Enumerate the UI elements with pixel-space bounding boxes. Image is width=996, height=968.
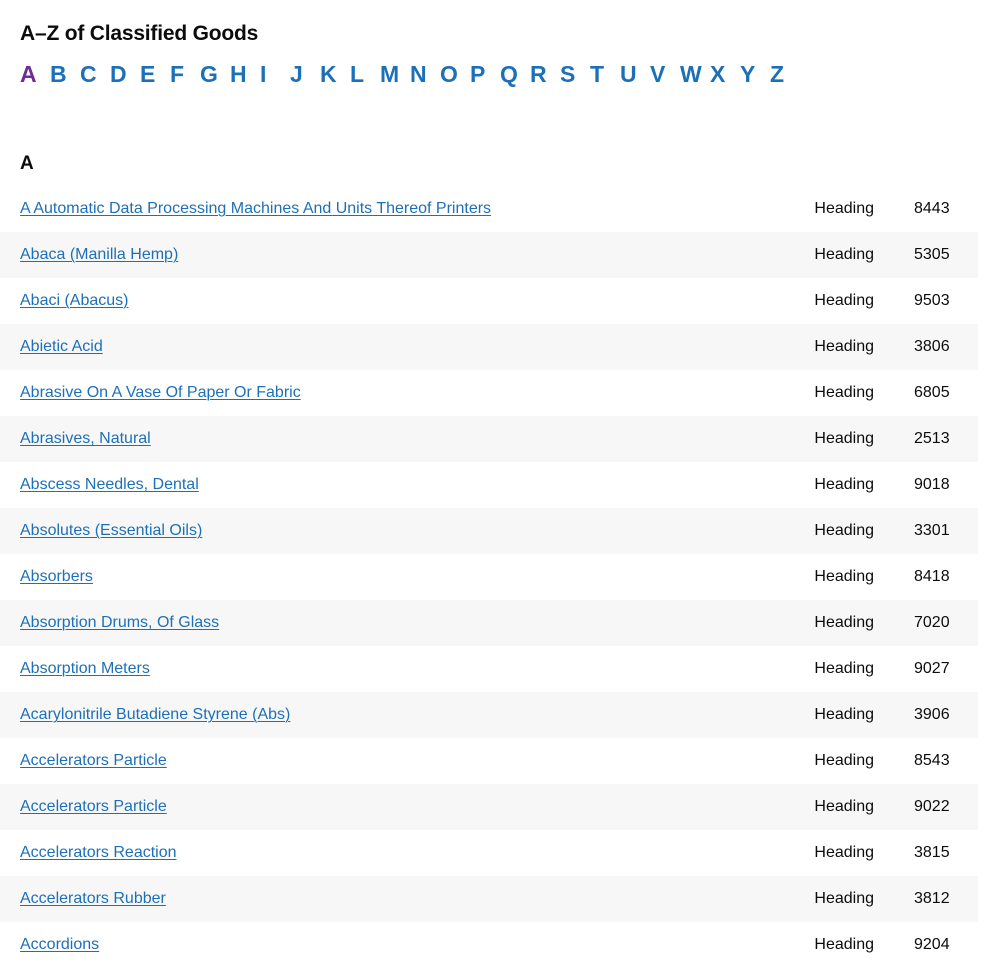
result-commodity-code: 7020 — [914, 614, 950, 631]
alphabet-navigation: ABCDEFGHIJKLMNOPQRSTUVWXYZ — [20, 58, 800, 90]
result-type-label: Heading — [814, 292, 874, 309]
result-commodity-code: 3815 — [914, 844, 950, 861]
alphabet-link-z[interactable]: Z — [770, 59, 800, 89]
result-row: Abietic Acid Heading 3806 — [0, 324, 978, 370]
alphabet-link-c[interactable]: C — [80, 59, 110, 89]
result-type-label: Heading — [814, 614, 874, 631]
result-link[interactable]: Accelerators Rubber — [20, 887, 166, 911]
result-link[interactable]: Absorption Drums, Of Glass — [20, 611, 219, 635]
result-type-label: Heading — [814, 568, 874, 585]
page-title: A–Z of Classified Goods — [20, 22, 259, 46]
alphabet-link-e[interactable]: E — [140, 59, 170, 89]
result-commodity-code: 9503 — [914, 292, 950, 309]
result-link[interactable]: Absolutes (Essential Oils) — [20, 519, 202, 543]
result-type-label: Heading — [814, 246, 874, 263]
result-link[interactable]: Accelerators Reaction — [20, 841, 177, 865]
result-type-label: Heading — [814, 706, 874, 723]
alphabet-link-o[interactable]: O — [440, 59, 470, 89]
alphabet-link-v[interactable]: V — [650, 59, 680, 89]
result-link[interactable]: Absorbers — [20, 565, 93, 589]
result-row: Abrasives, Natural Heading 2513 — [0, 416, 978, 462]
alphabet-link-g[interactable]: G — [200, 59, 230, 89]
alphabet-link-d[interactable]: D — [110, 59, 140, 89]
result-commodity-code: 8443 — [914, 200, 950, 217]
result-commodity-code: 9204 — [914, 936, 950, 953]
result-row: Absorption Meters Heading 9027 — [0, 646, 978, 692]
result-type-label: Heading — [814, 200, 874, 217]
alphabet-link-m[interactable]: M — [380, 59, 410, 89]
result-type-label: Heading — [814, 936, 874, 953]
results-list: A Automatic Data Processing Machines And… — [0, 186, 978, 968]
result-link[interactable]: Accordions — [20, 933, 99, 957]
result-row: Abaca (Manilla Hemp) Heading 5305 — [0, 232, 978, 278]
alphabet-link-t[interactable]: T — [590, 59, 620, 89]
result-type-label: Heading — [814, 522, 874, 539]
alphabet-link-b[interactable]: B — [50, 59, 80, 89]
result-commodity-code: 8543 — [914, 752, 950, 769]
alphabet-link-l[interactable]: L — [350, 59, 380, 89]
alphabet-link-r[interactable]: R — [530, 59, 560, 89]
result-link[interactable]: Accelerators Particle — [20, 795, 167, 819]
result-row: Abaci (Abacus) Heading 9503 — [0, 278, 978, 324]
result-commodity-code: 3906 — [914, 706, 950, 723]
alphabet-link-f[interactable]: F — [170, 59, 200, 89]
result-commodity-code: 9018 — [914, 476, 950, 493]
result-commodity-code: 5305 — [914, 246, 950, 263]
result-row: Absorption Drums, Of Glass Heading 7020 — [0, 600, 978, 646]
result-link[interactable]: Abietic Acid — [20, 335, 103, 359]
result-commodity-code: 2513 — [914, 430, 950, 447]
alphabet-link-u[interactable]: U — [620, 59, 650, 89]
result-link[interactable]: Abrasives, Natural — [20, 427, 151, 451]
section-heading-letter: A — [20, 152, 34, 174]
alphabet-link-a[interactable]: A — [20, 59, 50, 89]
result-row: Accordions Heading 9204 — [0, 922, 978, 968]
result-type-label: Heading — [814, 890, 874, 907]
result-link[interactable]: Abaca (Manilla Hemp) — [20, 243, 178, 267]
result-type-label: Heading — [814, 798, 874, 815]
result-commodity-code: 3812 — [914, 890, 950, 907]
result-link[interactable]: Acarylonitrile Butadiene Styrene (Abs) — [20, 703, 290, 727]
alphabet-link-y[interactable]: Y — [740, 59, 770, 89]
result-link[interactable]: Absorption Meters — [20, 657, 150, 681]
result-type-label: Heading — [814, 660, 874, 677]
result-commodity-code: 9022 — [914, 798, 950, 815]
result-row: Acarylonitrile Butadiene Styrene (Abs) He… — [0, 692, 978, 738]
result-type-label: Heading — [814, 476, 874, 493]
result-row: Absorbers Heading 8418 — [0, 554, 978, 600]
result-type-label: Heading — [814, 844, 874, 861]
result-type-label: Heading — [814, 384, 874, 401]
result-row: Accelerators Particle Heading 8543 — [0, 738, 978, 784]
result-row: Absolutes (Essential Oils) Heading 3301 — [0, 508, 978, 554]
result-type-label: Heading — [814, 430, 874, 447]
alphabet-link-w[interactable]: W — [680, 59, 710, 89]
result-row: Abrasive On A Vase Of Paper Or Fabric Hea… — [0, 370, 978, 416]
az-classified-goods-page: A–Z of Classified Goods ABCDEFGHIJKLMNOP… — [0, 0, 996, 968]
alphabet-link-j[interactable]: J — [290, 59, 320, 89]
result-commodity-code: 6805 — [914, 384, 950, 401]
result-commodity-code: 3301 — [914, 522, 950, 539]
result-link[interactable]: A Automatic Data Processing Machines And… — [20, 197, 491, 221]
result-row: Abscess Needles, Dental Heading 9018 — [0, 462, 978, 508]
result-link[interactable]: Abrasive On A Vase Of Paper Or Fabric — [20, 381, 301, 405]
result-type-label: Heading — [814, 338, 874, 355]
result-link[interactable]: Abscess Needles, Dental — [20, 473, 199, 497]
result-commodity-code: 3806 — [914, 338, 950, 355]
alphabet-link-s[interactable]: S — [560, 59, 590, 89]
alphabet-link-p[interactable]: P — [470, 59, 500, 89]
result-row: A Automatic Data Processing Machines And… — [0, 186, 978, 232]
alphabet-link-q[interactable]: Q — [500, 59, 530, 89]
result-type-label: Heading — [814, 752, 874, 769]
alphabet-link-n[interactable]: N — [410, 59, 440, 89]
result-row: Accelerators Reaction Heading 3815 — [0, 830, 978, 876]
result-commodity-code: 9027 — [914, 660, 950, 677]
result-link[interactable]: Abaci (Abacus) — [20, 289, 129, 313]
alphabet-link-h[interactable]: H — [230, 59, 260, 89]
result-row: Accelerators Particle Heading 9022 — [0, 784, 978, 830]
alphabet-link-k[interactable]: K — [320, 59, 350, 89]
alphabet-link-x[interactable]: X — [710, 59, 740, 89]
alphabet-link-i[interactable]: I — [260, 59, 290, 89]
result-row: Accelerators Rubber Heading 3812 — [0, 876, 978, 922]
result-link[interactable]: Accelerators Particle — [20, 749, 167, 773]
result-commodity-code: 8418 — [914, 568, 950, 585]
